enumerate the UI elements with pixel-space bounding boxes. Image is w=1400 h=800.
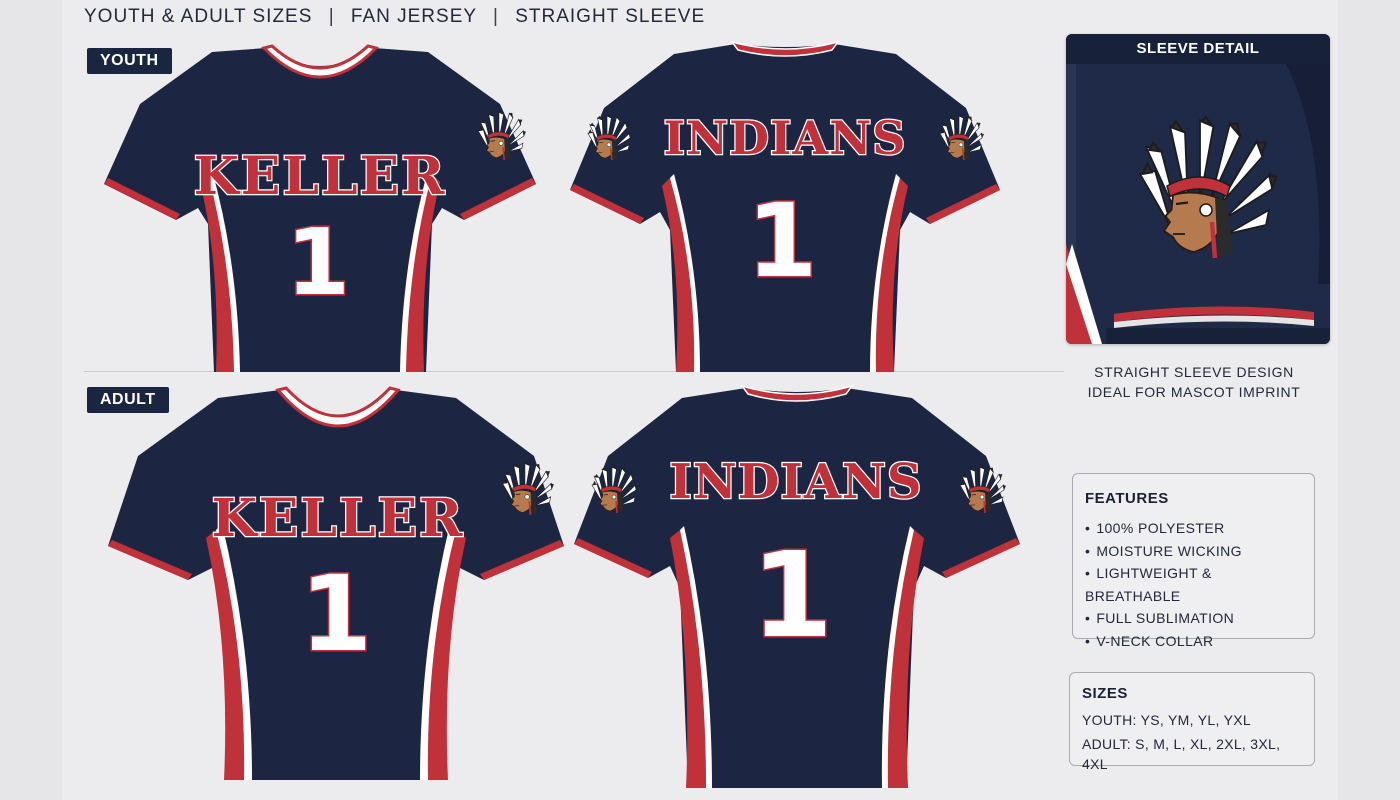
youth-front-word: KELLER <box>194 146 447 207</box>
features-list: 100% POLYESTER MOISTURE WICKING LIGHTWEI… <box>1085 517 1302 652</box>
sizes-adult: ADULT: S, M, L, XL, 2XL, 3XL, 4XL <box>1082 736 1281 772</box>
header-sleeve: STRAIGHT SLEEVE <box>515 6 706 27</box>
sleeve-caption: STRAIGHT SLEEVE DESIGN IDEAL FOR MASCOT … <box>1070 362 1318 402</box>
features-box: FEATURES 100% POLYESTER MOISTURE WICKING… <box>1072 473 1315 649</box>
header-product: FAN JERSEY <box>350 6 477 27</box>
header-separator: | <box>328 6 335 27</box>
list-item: LIGHTWEIGHT & BREATHABLE <box>1085 562 1302 607</box>
adult-front-jersey: KELLER 1 <box>106 386 566 780</box>
sleeve-caption-line2: IDEAL FOR MASCOT IMPRINT <box>1087 384 1301 400</box>
features-title: FEATURES <box>1085 490 1169 507</box>
youth-back-word: INDIANS <box>664 111 907 165</box>
adult-back-jersey: INDIANS 1 <box>574 384 1020 788</box>
adult-front-number: 1 <box>300 553 372 675</box>
list-item: V-NECK COLLAR <box>1085 630 1302 653</box>
header-sizes: YOUTH & ADULT SIZES <box>84 6 313 27</box>
list-item: MOISTURE WICKING <box>1085 540 1302 563</box>
adult-back-word: INDIANS <box>669 454 922 510</box>
youth-back-number: 1 <box>747 182 818 301</box>
list-item: 100% POLYESTER <box>1085 517 1302 540</box>
page-header: YOUTH & ADULT SIZES | FAN JERSEY | STRAI… <box>84 6 705 28</box>
adult-front-word: KELLER <box>212 488 465 549</box>
sleeve-detail-card: SLEEVE DETAIL <box>1066 34 1330 344</box>
sleeve-closeup <box>1066 64 1330 344</box>
youth-front-jersey: KELLER 1 <box>102 44 538 372</box>
youth-back-jersey: INDIANS 1 <box>570 40 1000 372</box>
sizes-youth: YOUTH: YS, YM, YL, YXL <box>1082 712 1251 728</box>
list-item: FULL SUBLIMATION <box>1085 607 1302 630</box>
youth-front-number: 1 <box>286 209 350 316</box>
sizes-title: SIZES <box>1082 685 1128 702</box>
sleeve-caption-line1: STRAIGHT SLEEVE DESIGN <box>1094 364 1294 380</box>
header-separator: | <box>493 6 499 27</box>
adult-back-number: 1 <box>751 526 833 664</box>
sizes-box: SIZES YOUTH: YS, YM, YL, YXL ADULT: S, M… <box>1069 672 1315 772</box>
sleeve-detail-title: SLEEVE DETAIL <box>1066 34 1330 64</box>
